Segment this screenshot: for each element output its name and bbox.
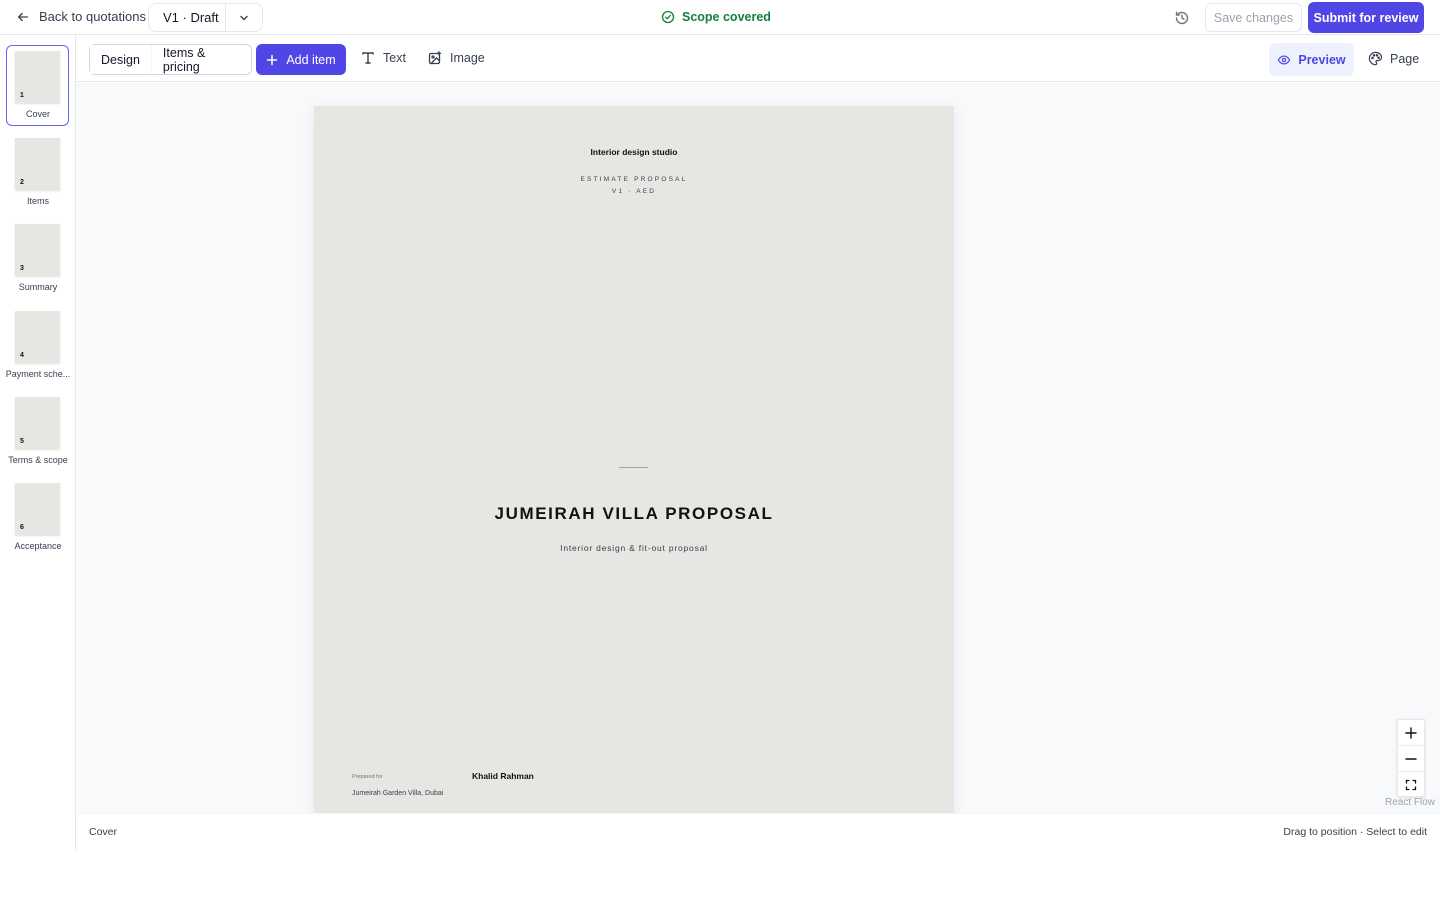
- add-text-tool[interactable]: Text: [361, 51, 406, 65]
- text-icon: [362, 52, 374, 64]
- design-canvas[interactable]: Interior design studio ESTIMATE PROPOSAL…: [76, 83, 1440, 813]
- plus-icon: [267, 54, 278, 65]
- back-to-quotations-link[interactable]: Back to quotations: [16, 9, 146, 24]
- estimate-label[interactable]: ESTIMATE PROPOSAL: [314, 176, 954, 183]
- plus-icon: [1405, 726, 1417, 739]
- thumb-number: 6: [20, 524, 24, 531]
- cover-page[interactable]: Interior design studio ESTIMATE PROPOSAL…: [314, 106, 954, 813]
- image-tool-label: Image: [450, 51, 485, 65]
- fit-view-button[interactable]: [1398, 772, 1424, 798]
- thumb-label: Payment sche...: [5, 369, 71, 379]
- add-item-label: Add item: [286, 52, 336, 67]
- thumb-number: 5: [20, 438, 24, 445]
- status-bar: Cover Drag to position · Select to edit: [76, 813, 1440, 849]
- scope-status: Scope covered: [661, 10, 771, 24]
- save-changes-button[interactable]: Save changes: [1205, 3, 1302, 32]
- page-thumb-summary[interactable]: 3 Summary: [0, 218, 76, 298]
- check-circle-icon: [661, 10, 675, 24]
- studio-name[interactable]: Interior design studio: [314, 147, 954, 157]
- preview-label: Preview: [1298, 52, 1346, 67]
- prepared-for-label[interactable]: Prepared for: [352, 774, 383, 780]
- text-tool-label: Text: [383, 51, 406, 65]
- thumb-number: 2: [20, 179, 24, 186]
- back-label: Back to quotations: [39, 9, 146, 24]
- minus-icon: [1405, 757, 1417, 760]
- thumb-label: Cover: [25, 109, 50, 119]
- add-item-button[interactable]: Add item: [256, 44, 346, 75]
- eye-icon: [1278, 54, 1291, 65]
- client-address[interactable]: Jumeirah Garden Villa, Dubai: [352, 790, 443, 797]
- thumb-label: Acceptance: [14, 541, 62, 551]
- divider-rule: [619, 467, 648, 468]
- page-thumb-payment-schedule[interactable]: 4 Payment sche...: [0, 305, 76, 385]
- page-thumb-cover[interactable]: 1 Cover: [0, 45, 76, 126]
- version-currency-label[interactable]: V1 · AED: [314, 188, 954, 195]
- tab-design[interactable]: Design: [90, 45, 152, 74]
- client-name[interactable]: Khalid Rahman: [472, 771, 534, 781]
- chevron-down-icon: [240, 15, 248, 20]
- thumb-number: 3: [20, 265, 24, 272]
- zoom-in-button[interactable]: [1398, 720, 1424, 746]
- top-bar: Back to quotations V1 · Draft Scope cove…: [0, 0, 1440, 35]
- add-image-tool[interactable]: Image: [428, 51, 485, 65]
- version-label: V1 · Draft: [163, 10, 219, 25]
- arrow-left-icon: [17, 12, 29, 21]
- mode-tabs: Design Items & pricing: [89, 44, 252, 75]
- tab-items-pricing[interactable]: Items & pricing: [152, 45, 251, 74]
- page-settings-button[interactable]: Page: [1368, 51, 1419, 66]
- thumb-label: Items: [26, 196, 49, 206]
- history-icon[interactable]: [1174, 10, 1190, 26]
- canvas-hint: Drag to position · Select to edit: [1283, 826, 1427, 838]
- scope-status-label: Scope covered: [682, 10, 771, 24]
- fullscreen-icon: [1405, 779, 1417, 791]
- image-icon: [428, 51, 442, 65]
- thumb-label: Summary: [18, 282, 58, 292]
- submit-for-review-button[interactable]: Submit for review: [1308, 2, 1424, 33]
- editor-toolbar: Design Items & pricing Add item Text Ima…: [76, 36, 1440, 82]
- version-selector[interactable]: V1 · Draft: [148, 3, 263, 32]
- react-flow-attribution[interactable]: React Flow: [1385, 797, 1435, 808]
- current-page-name: Cover: [89, 826, 118, 838]
- page-thumb-terms-scope[interactable]: 5 Terms & scope: [0, 391, 76, 471]
- thumb-number: 1: [20, 92, 24, 99]
- preview-button[interactable]: Preview: [1269, 43, 1354, 76]
- version-dropdown-toggle[interactable]: [226, 12, 262, 24]
- proposal-subtitle[interactable]: Interior design & fit-out proposal: [314, 543, 954, 553]
- zoom-controls: [1397, 719, 1425, 797]
- zoom-out-button[interactable]: [1398, 746, 1424, 772]
- page-thumb-items[interactable]: 2 Items: [0, 132, 76, 212]
- thumb-number: 4: [20, 352, 24, 359]
- page-thumb-acceptance[interactable]: 6 Acceptance: [0, 477, 76, 557]
- proposal-title[interactable]: JUMEIRAH VILLA PROPOSAL: [314, 504, 954, 524]
- page-thumbnails-sidebar: 1 Cover 2 Items 3 Summary 4 Payment sche…: [0, 36, 76, 850]
- thumb-label: Terms & scope: [8, 455, 68, 465]
- page-label: Page: [1390, 51, 1420, 66]
- palette-icon: [1368, 51, 1383, 66]
